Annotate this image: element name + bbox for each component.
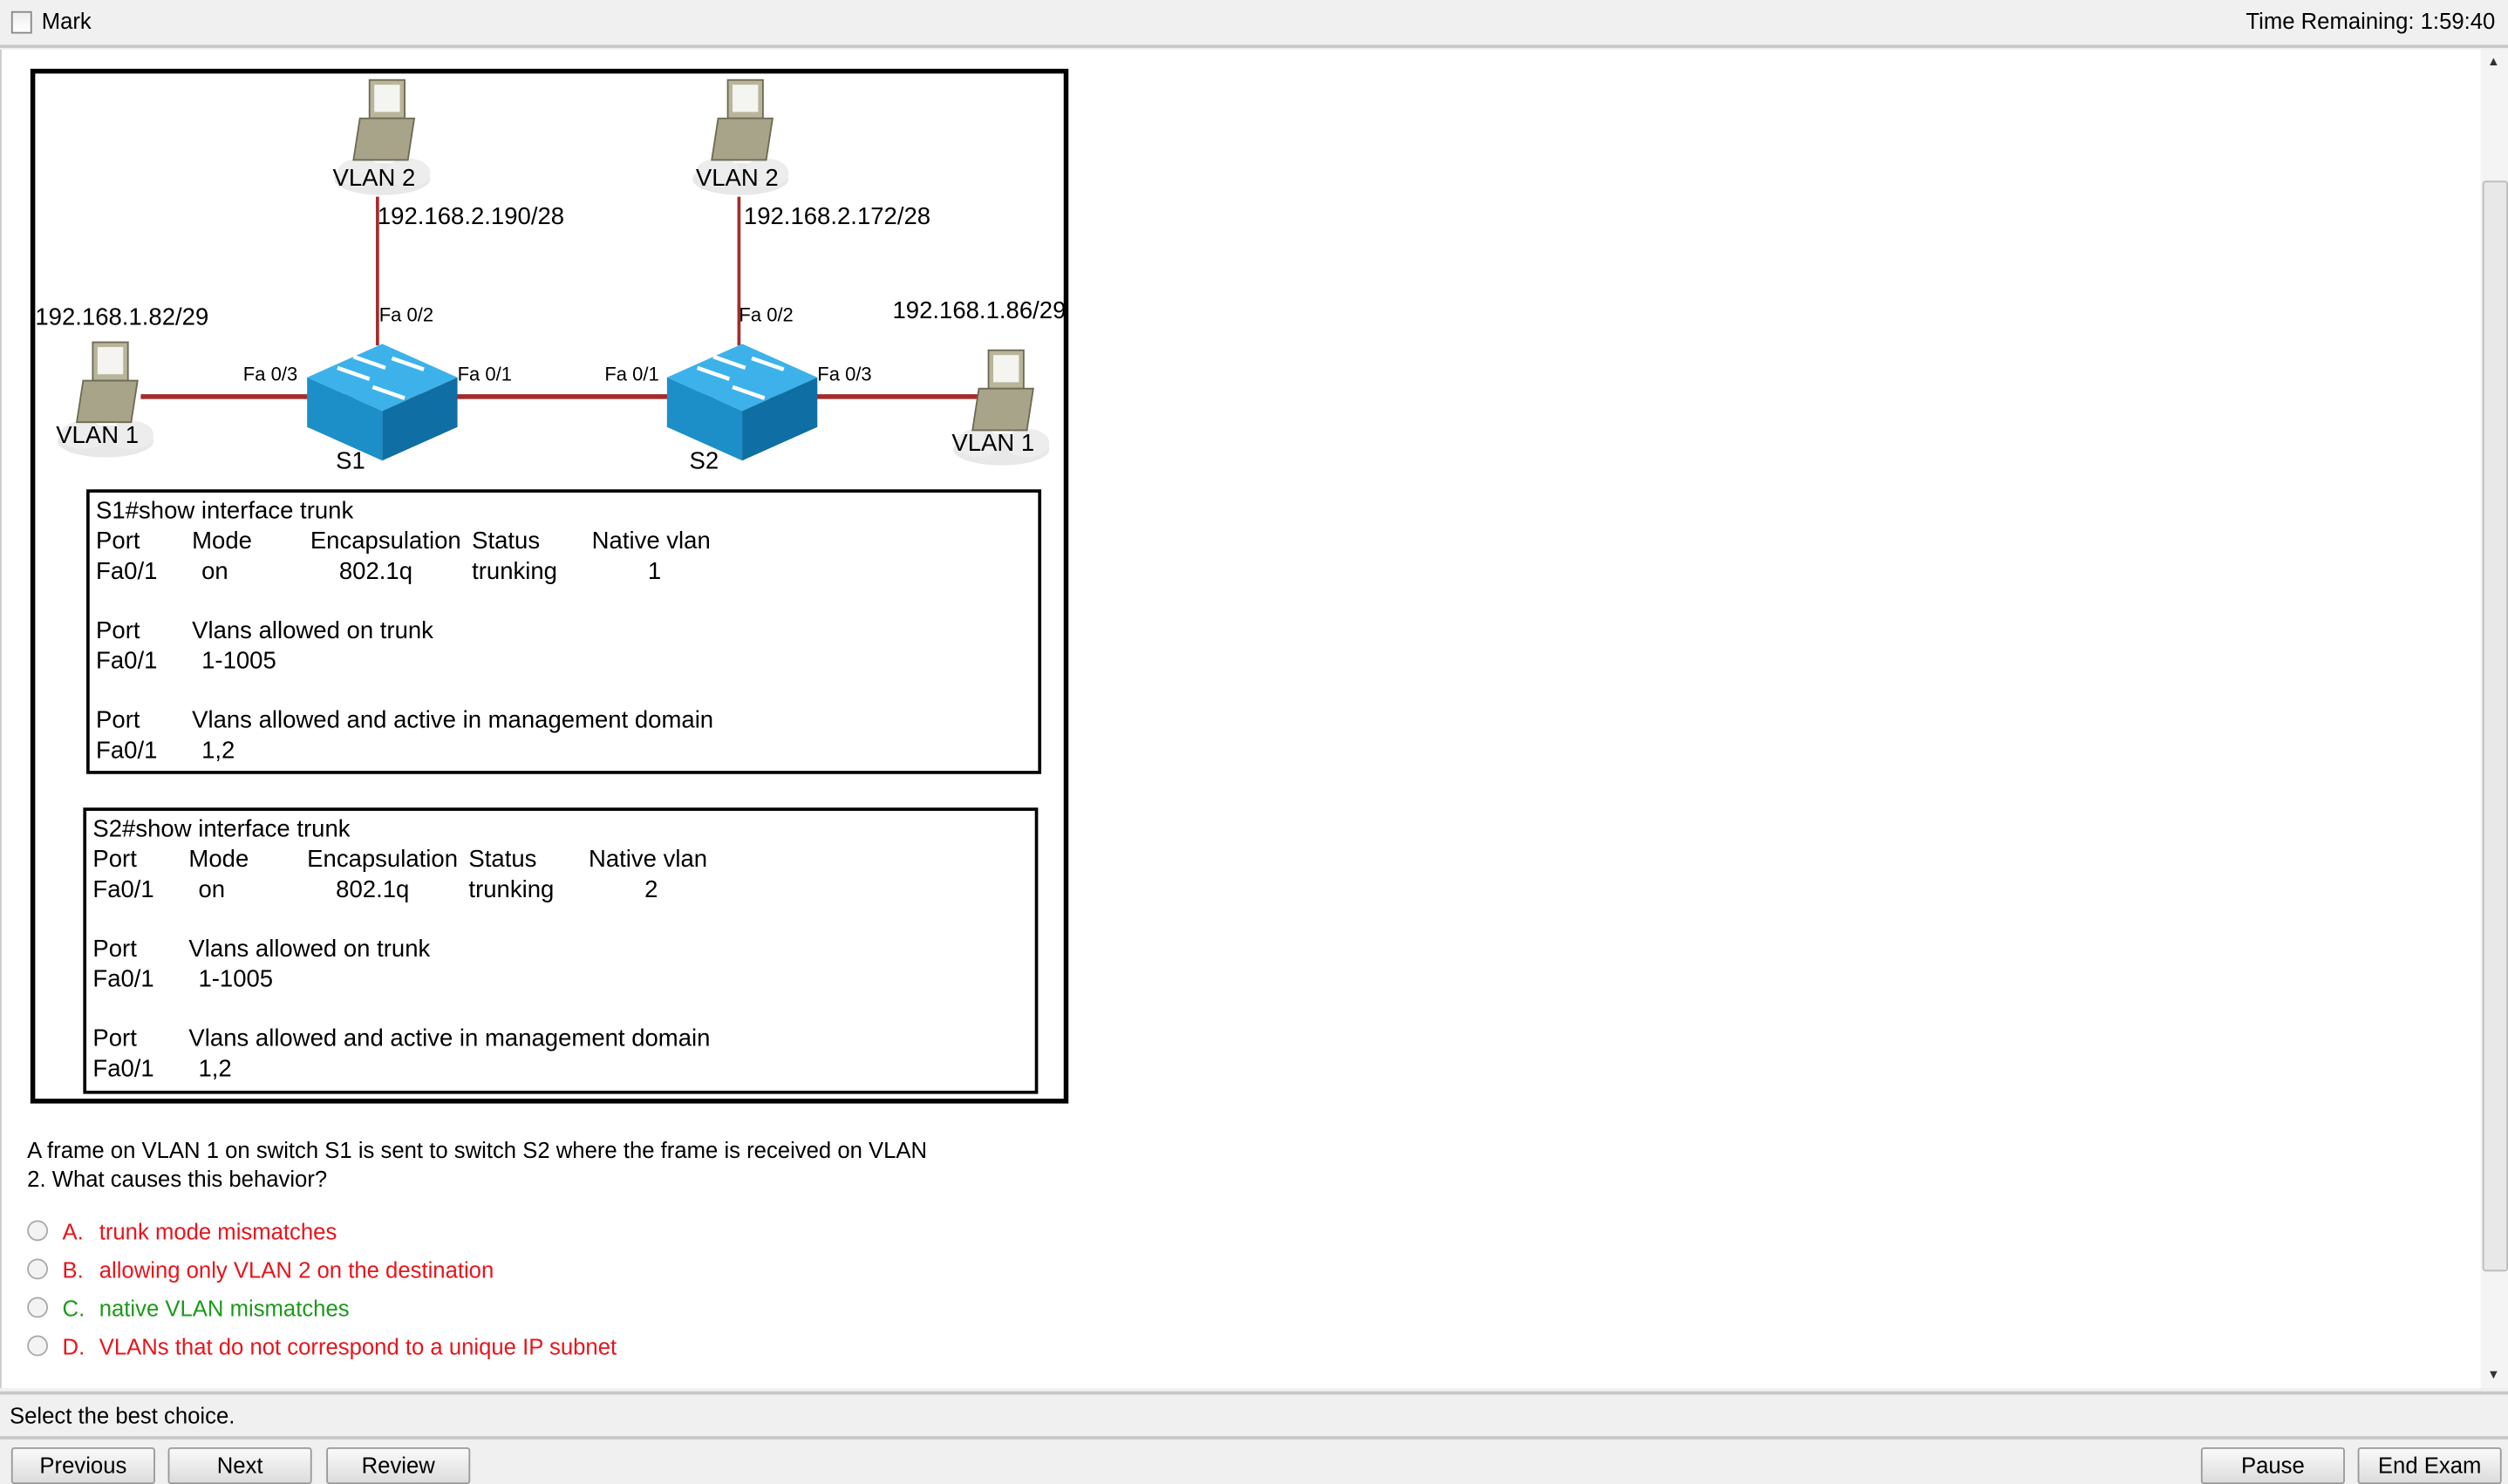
- previous-button[interactable]: Previous: [10, 1447, 155, 1484]
- col-header: Port: [92, 936, 137, 963]
- switch-s1-icon: [307, 344, 457, 460]
- col-header: Vlans allowed and active in management d…: [188, 1025, 711, 1052]
- port-label: Fa 0/1: [457, 363, 513, 386]
- time-remaining: Time Remaining: 1:59:40: [2246, 8, 2496, 34]
- option-text: trunk mode mismatches: [99, 1218, 337, 1245]
- vlan-label: VLAN 2: [695, 164, 779, 193]
- port-label: Fa 0/2: [739, 303, 794, 327]
- review-button[interactable]: Review: [326, 1447, 471, 1484]
- cell: Fa0/1: [96, 737, 158, 765]
- cell: on: [201, 558, 228, 586]
- port-label: Fa 0/2: [378, 303, 434, 327]
- col-header: Port: [92, 846, 137, 874]
- cell: Fa0/1: [92, 876, 154, 904]
- col-header: Port: [96, 617, 140, 645]
- option-letter: B.: [62, 1256, 84, 1283]
- option-letter: D.: [62, 1333, 85, 1360]
- cell: 1,2: [201, 737, 235, 765]
- switch-label: S2: [689, 447, 719, 475]
- port-label: Fa 0/3: [817, 363, 872, 386]
- vlan-label: VLAN 1: [951, 430, 1035, 458]
- vertical-scrollbar[interactable]: ▲ ▼: [2480, 49, 2508, 1389]
- cell: on: [198, 876, 226, 904]
- question-text: A frame on VLAN 1 on switch S1 is sent t…: [27, 1137, 928, 1163]
- cell: 1,2: [198, 1055, 232, 1083]
- option-b[interactable]: B. allowing only VLAN 2 on the destinatio…: [27, 1257, 494, 1283]
- option-a[interactable]: A. trunk mode mismatches: [27, 1219, 337, 1244]
- col-header: Port: [96, 706, 140, 734]
- vlan-label: VLAN 2: [332, 164, 416, 193]
- scrollbar-thumb[interactable]: [2482, 180, 2508, 1272]
- col-header: Vlans allowed and active in management d…: [192, 706, 714, 734]
- col-header: Native vlan: [588, 846, 708, 874]
- network-diagram: VLAN 2 VLAN 2 VLAN 1 VLAN 1 192.168.2.19…: [30, 68, 1069, 1104]
- command: S2#show interface trunk: [92, 815, 351, 843]
- ip-address: 192.168.2.190/28: [377, 202, 565, 231]
- col-header: Mode: [192, 528, 252, 555]
- cell: trunking: [472, 558, 557, 586]
- pause-button[interactable]: Pause: [2200, 1447, 2345, 1484]
- ip-address: 192.168.1.86/29: [892, 297, 1067, 325]
- option-letter: A.: [62, 1218, 84, 1245]
- col-header: Port: [92, 1025, 137, 1052]
- col-header: Encapsulation: [310, 528, 461, 555]
- col-header: Native vlan: [591, 528, 711, 555]
- s1-trunk-output: S1#show interface trunk Port Mode Encaps…: [86, 489, 1042, 774]
- option-c[interactable]: C. native VLAN mismatches: [27, 1295, 350, 1322]
- cell: Fa0/1: [92, 1055, 154, 1083]
- option-text: native VLAN mismatches: [99, 1295, 350, 1322]
- option-text: allowing only VLAN 2 on the destination: [99, 1256, 494, 1283]
- port-label: Fa 0/3: [242, 363, 298, 386]
- option-letter: C.: [62, 1295, 85, 1322]
- cell: trunking: [468, 876, 555, 904]
- s2-trunk-output: S2#show interface trunk Port Mode Encaps…: [83, 807, 1039, 1094]
- port-label: Fa 0/1: [604, 363, 659, 386]
- mark-checkbox[interactable]: [10, 10, 32, 34]
- next-button[interactable]: Next: [167, 1447, 312, 1484]
- switch-s2-icon: [667, 344, 817, 460]
- cell: Fa0/1: [92, 965, 154, 994]
- divider: [0, 1391, 2508, 1395]
- col-header: Status: [472, 528, 541, 555]
- cell: 1-1005: [201, 647, 276, 676]
- switch-label: S1: [336, 447, 365, 475]
- radio-button[interactable]: [27, 1220, 49, 1242]
- end-exam-button[interactable]: End Exam: [2357, 1447, 2502, 1484]
- col-header: Port: [96, 528, 140, 555]
- cell: Fa0/1: [96, 558, 158, 586]
- cell: 1: [647, 558, 662, 586]
- command: S1#show interface trunk: [96, 497, 354, 525]
- cell: Fa0/1: [96, 647, 158, 676]
- divider: [0, 1436, 2508, 1440]
- cell: 802.1q: [336, 876, 410, 904]
- col-header: Mode: [188, 846, 249, 874]
- scroll-down-icon[interactable]: ▼: [2487, 1367, 2500, 1382]
- vlan-label: VLAN 1: [56, 422, 140, 450]
- col-header: Status: [468, 846, 537, 874]
- option-d[interactable]: D. VLANs that do not correspond to a uniq…: [27, 1334, 617, 1359]
- mark-label[interactable]: Mark: [42, 8, 92, 33]
- question-text: 2. What causes this behavior?: [27, 1166, 328, 1192]
- cell: 1-1005: [198, 965, 274, 994]
- ip-address: 192.168.1.82/29: [35, 303, 209, 331]
- option-text: VLANs that do not correspond to a unique…: [99, 1333, 617, 1360]
- radio-button[interactable]: [27, 1335, 49, 1357]
- radio-button[interactable]: [27, 1258, 49, 1280]
- radio-button[interactable]: [27, 1297, 49, 1318]
- scroll-up-icon[interactable]: ▲: [2487, 54, 2500, 69]
- col-header: Vlans allowed on trunk: [188, 936, 431, 963]
- col-header: Vlans allowed on trunk: [192, 617, 433, 645]
- cell: 2: [644, 876, 658, 904]
- cell: 802.1q: [338, 558, 413, 586]
- instruction-text: Select the best choice.: [10, 1402, 235, 1428]
- ip-address: 192.168.2.172/28: [743, 202, 931, 231]
- top-bar: Mark Time Remaining: 1:59:40: [0, 0, 2508, 49]
- col-header: Encapsulation: [307, 846, 459, 874]
